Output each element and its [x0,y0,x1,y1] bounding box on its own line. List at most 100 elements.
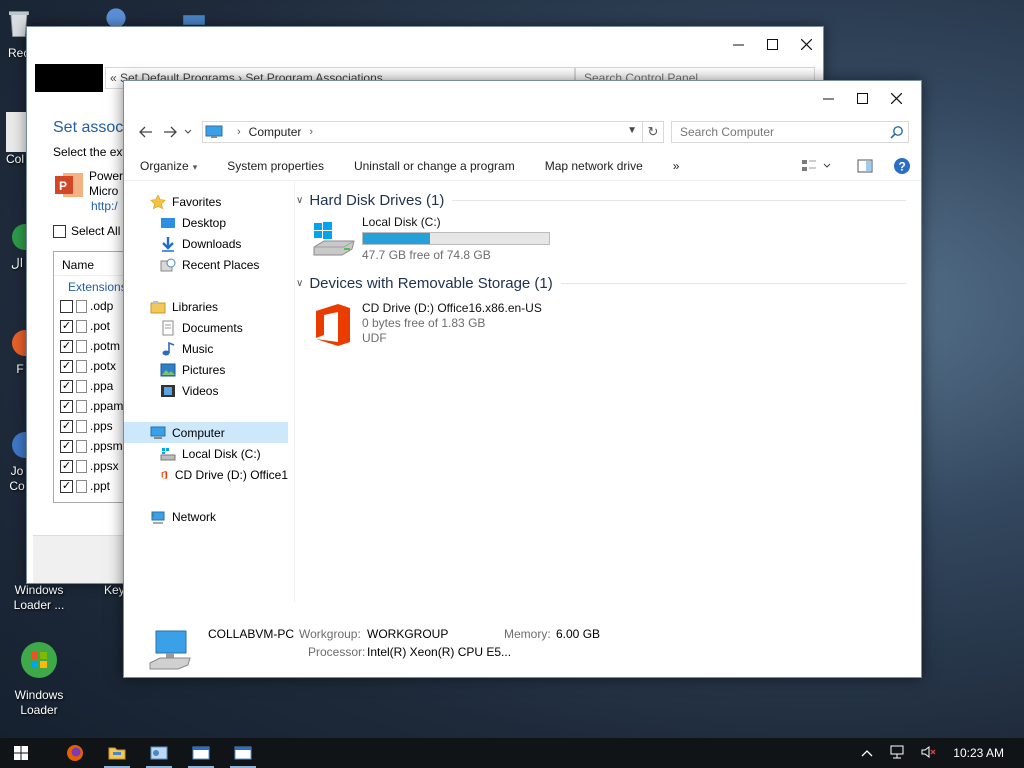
close-icon [800,38,812,50]
help-icon[interactable]: ? [893,157,911,175]
nav-downloads[interactable]: Downloads [124,233,288,254]
desktop-icon-key[interactable]: Key [104,583,125,598]
system-properties-button[interactable]: System properties [227,159,324,173]
nav-recent-places[interactable]: Recent Places [124,254,288,275]
taskbar-file-explorer[interactable] [96,738,138,768]
desktop-icon-windows-loader-1[interactable]: Windows Loader ... [4,583,74,613]
nav-desktop[interactable]: Desktop [124,212,288,233]
taskbar-firefox[interactable] [54,738,96,768]
file-icon [76,419,87,433]
taskbar-control-panel[interactable] [138,738,180,768]
nav-cd-drive[interactable]: CD Drive (D:) Office1 [124,464,288,485]
window-app-icon [192,746,210,760]
drive-free-space: 0 bytes free of 1.83 GB [362,316,486,330]
forward-button[interactable] [158,120,182,144]
checkbox-checked[interactable]: ✓ [60,419,73,433]
change-view-button[interactable] [801,159,831,173]
nav-computer[interactable]: Computer [124,422,288,443]
extension-name: .potx [90,359,117,373]
breadcrumb-separator-icon[interactable]: › [309,126,313,138]
desktop-icon-label: ال [10,256,24,270]
show-hidden-icons-button[interactable] [861,746,873,760]
maximize-icon [856,92,868,104]
maximize-button[interactable] [755,27,789,61]
organize-menu[interactable]: Organize ▾ [140,159,197,173]
checkbox-checked[interactable]: ✓ [60,379,73,393]
extension-name: .ppsm [90,439,123,453]
address-bar[interactable]: › Computer › ▼ [202,121,664,143]
checkbox-checked[interactable]: ✓ [60,399,73,413]
chevron-down-icon [823,163,831,168]
desktop-icon-windows-loader-2[interactable]: Windows Loader [4,640,74,718]
checkbox-checked[interactable]: ✓ [60,359,73,373]
drive-details: Local Disk (C:) 47.7 GB free of 74.8 GB [362,215,550,263]
back-button[interactable] [134,120,158,144]
caption-buttons [811,81,913,115]
close-button[interactable] [789,27,823,61]
checkbox-checked[interactable]: ✓ [60,339,73,353]
maximize-button[interactable] [845,81,879,115]
start-button[interactable] [0,738,42,768]
desktop-icon-f[interactable]: F [0,328,38,377]
checkbox-checked[interactable]: ✓ [60,319,73,333]
taskbar-window-3[interactable] [222,738,264,768]
address-dropdown-icon[interactable]: ▼ [627,125,637,136]
desktop-icon-jo[interactable]: Jo Co [0,430,38,494]
close-button[interactable] [879,81,913,115]
nav-music[interactable]: Music [124,338,288,359]
checkbox-checked[interactable]: ✓ [60,439,73,453]
desktop-icon-label: Windows Loader [14,688,64,717]
nav-network[interactable]: Network [124,506,288,527]
breadcrumb-computer[interactable]: Computer [249,125,302,139]
taskbar-window-2[interactable] [180,738,222,768]
select-all-checkbox[interactable]: Select All [53,224,120,238]
checkbox[interactable] [60,299,73,313]
arrow-right-icon [164,126,177,138]
nav-label: Documents [182,320,243,335]
nav-pictures[interactable]: Pictures [124,359,288,380]
uninstall-program-button[interactable]: Uninstall or change a program [354,159,515,173]
group-header-hard-disks[interactable]: ∨ Hard Disk Drives (1) [296,189,906,211]
pane-splitter[interactable] [294,182,295,602]
office-icon [161,470,168,479]
file-icon [76,359,87,373]
refresh-button[interactable]: ↻ [642,121,664,143]
desktop-icon-collabvm[interactable]: Col [0,112,26,167]
extension-name: .pot [90,319,111,333]
minimize-button[interactable] [721,27,755,61]
file-icon [76,339,87,353]
minimize-button[interactable] [811,81,845,115]
drive-cd-d[interactable]: CD Drive (D:) Office16.x86.en-US 0 bytes… [310,301,542,349]
window-app-icon [183,15,205,25]
drive-local-disk-c[interactable]: Local Disk (C:) 47.7 GB free of 74.8 GB [310,215,550,263]
system-tray: 10:23 AM [853,738,1024,768]
page-subtitle: Select the ext [53,145,126,159]
nav-local-disk[interactable]: Local Disk (C:) [124,443,288,464]
nav-videos[interactable]: Videos [124,380,288,401]
network-tray-button[interactable] [889,745,905,762]
more-commands-button[interactable]: » [673,159,680,173]
nav-label: Music [182,341,214,356]
checkbox-checked[interactable]: ✓ [60,459,73,473]
breadcrumb-separator-icon[interactable]: › [237,126,241,138]
checkbox-checked[interactable]: ✓ [60,479,73,493]
map-network-drive-button[interactable]: Map network drive [545,159,643,173]
group-header-removable[interactable]: ∨ Devices with Removable Storage (1) [296,272,906,294]
nav-label: Local Disk (C:) [182,446,261,461]
desktop-icon-arabic[interactable]: ال [0,222,38,271]
preview-pane-icon[interactable] [857,159,873,173]
nav-favorites[interactable]: Favorites [124,191,288,212]
search-input[interactable]: Search Computer [671,121,909,143]
office-icon [316,304,350,346]
network-status-icon [890,745,904,758]
nav-libraries[interactable]: Libraries [124,296,288,317]
clock[interactable]: 10:23 AM [953,746,1004,760]
nav-documents[interactable]: Documents [124,317,288,338]
documents-icon [162,320,174,335]
program-link[interactable]: http:/ [91,199,118,213]
nav-label: Favorites [172,194,222,209]
extension-name: .pps [90,419,113,433]
volume-tray-button[interactable] [921,745,937,762]
checkbox[interactable] [53,224,66,238]
recent-locations-button[interactable] [182,120,194,144]
